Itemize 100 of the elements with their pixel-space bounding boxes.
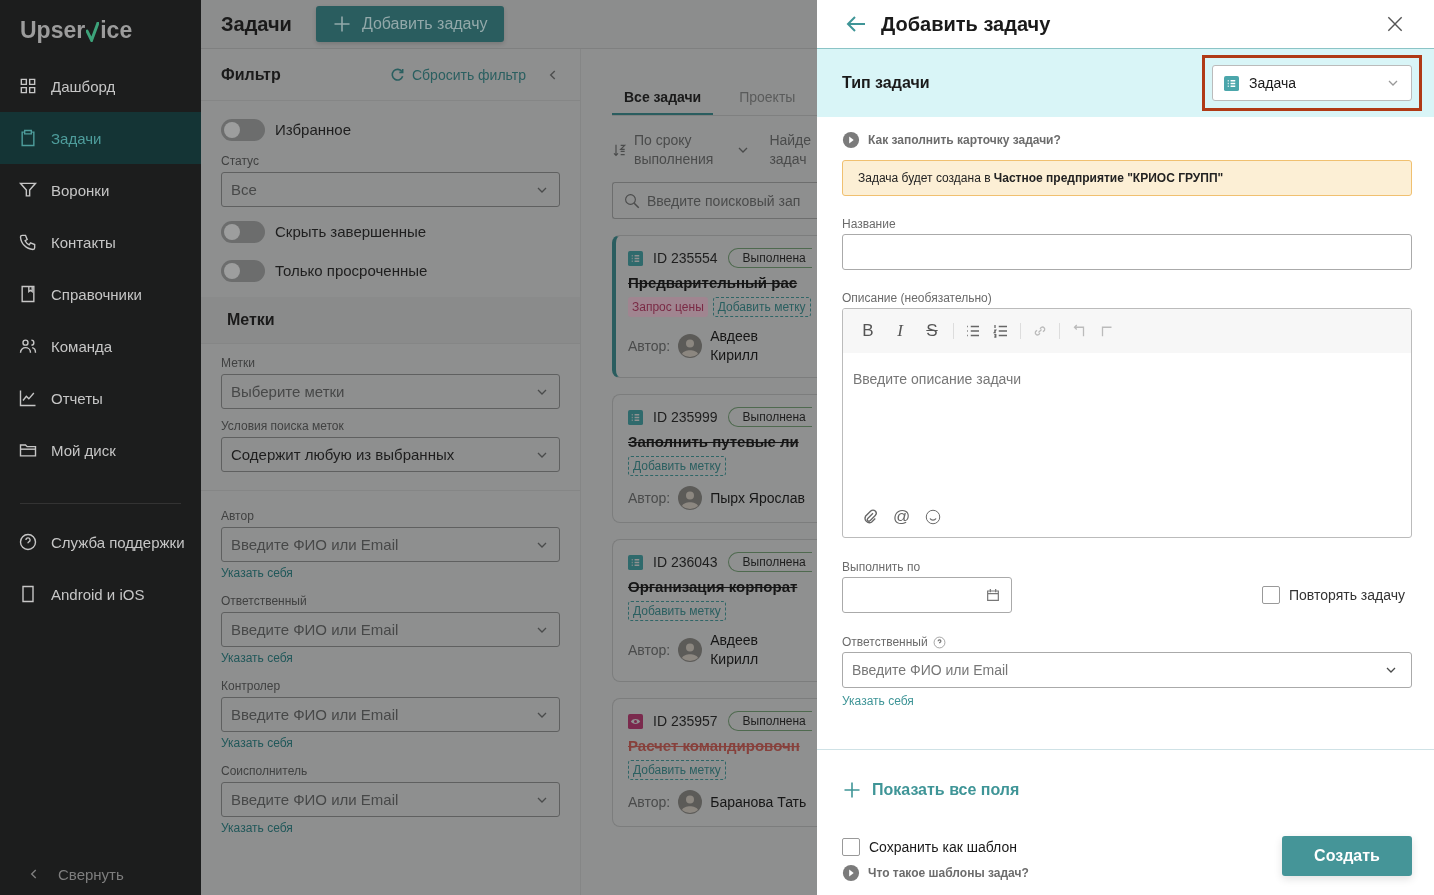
nav-item[interactable]: Контакты (0, 216, 201, 268)
input-field[interactable]: Введите ФИО или Email (231, 791, 534, 808)
paperclip-icon[interactable] (861, 508, 879, 526)
field-label: Ответственный (221, 594, 307, 608)
sort-label[interactable]: По сроку выполнения (634, 131, 714, 169)
author-name: Авдеев Кирилл (710, 327, 759, 365)
search-icon (623, 191, 641, 210)
search-field[interactable]: Введите поисковый зап (612, 182, 817, 219)
plus-icon (842, 780, 862, 800)
input-field[interactable]: Введите ФИО или Email (852, 662, 1383, 678)
author-label: Автор: (628, 642, 671, 658)
checkbox[interactable] (842, 838, 860, 856)
numbered-list-icon[interactable] (992, 322, 1010, 340)
task-card[interactable]: ID 235999 Выполнена Заполнить путевые ли Добавить метку Автор: Пырх Ярослав (612, 394, 817, 523)
nav-item[interactable]: Справочники (0, 268, 201, 320)
description-editor[interactable]: B I S Введите описание задачи @ (842, 308, 1412, 538)
list-icon (1224, 75, 1239, 91)
field-label: Ответственный (842, 635, 928, 649)
nav-item[interactable]: Служба поддержки (0, 516, 201, 568)
close-icon[interactable] (1385, 14, 1405, 34)
task-title: Организация корпорат (628, 578, 798, 595)
task-title: Заполнить путевые ли (628, 433, 799, 450)
author-label: Автор: (628, 490, 671, 506)
nav-item[interactable]: Воронки (0, 164, 201, 216)
sort-icon[interactable] (612, 142, 628, 158)
dropdown[interactable]: Выберите метки (221, 374, 560, 409)
field-label: Автор (221, 509, 254, 523)
calendar-icon[interactable] (985, 587, 1001, 603)
nav-item[interactable]: Мой диск (0, 424, 201, 476)
format-button[interactable]: B (857, 321, 879, 341)
avatar (678, 638, 703, 662)
input-field[interactable]: Введите ФИО или Email (231, 536, 534, 553)
person-dropdown[interactable]: Введите ФИО или Email (221, 697, 560, 732)
smiley-icon[interactable] (924, 508, 943, 526)
input-field[interactable]: Введите ФИО или Email (231, 706, 534, 723)
toggle-label: Избранное (275, 121, 352, 138)
refresh-icon (389, 66, 406, 83)
create-button[interactable]: Создать (1282, 836, 1412, 876)
field-label: Описание (необязательно) (842, 291, 992, 305)
task-id: ID 235999 (653, 409, 718, 425)
format-button[interactable]: I (889, 321, 911, 341)
eye-icon (628, 713, 643, 729)
dropdown[interactable]: Содержит любую из выбранных (221, 437, 560, 472)
help-link[interactable]: Что такое шаблоны задач? (842, 864, 1029, 882)
phone-icon (18, 232, 38, 252)
toggle-switch[interactable] (221, 259, 265, 282)
avatar (678, 790, 703, 814)
chart-icon (18, 388, 38, 408)
task-title: Расчет командировочн (628, 737, 800, 754)
nav-item[interactable]: Команда (0, 320, 201, 372)
filter-title: Фильтр (221, 65, 282, 84)
help-link[interactable]: Как заполнить карточку задачи? (842, 131, 1061, 149)
author-label: Автор: (628, 794, 671, 810)
toggle-label: Скрыть завершенные (275, 223, 427, 240)
input-field[interactable]: Выберите метки (231, 383, 534, 400)
logo: Upser ice (19, 16, 133, 45)
input-field[interactable]: Введите поисковый зап (647, 192, 817, 209)
field-label: Условия поиска меток (221, 419, 344, 433)
nav-item[interactable]: Отчеты (0, 372, 201, 424)
play-icon (842, 131, 860, 149)
task-card[interactable]: ID 235957 Выполнена Расчет командировочн Добавить метку Автор: Баранова Тать (612, 698, 817, 827)
person-dropdown[interactable]: Введите ФИО или Email (221, 612, 560, 647)
funnel-icon (18, 180, 38, 200)
help-icon (18, 532, 38, 552)
toggle-switch[interactable] (221, 220, 265, 243)
status-dropdown[interactable]: Все (221, 172, 560, 207)
toggle-switch[interactable] (221, 118, 265, 141)
checkbox-label: Повторять задачу (1289, 587, 1405, 603)
help-icon[interactable] (932, 635, 946, 649)
avatar (678, 486, 703, 510)
task-card[interactable]: ID 236043 Выполнена Организация корпорат Добавить метку Автор: Авдеев Кирилл (612, 539, 817, 682)
field-label: Соисполнитель (221, 764, 308, 778)
responsible-dropdown[interactable]: Введите ФИО или Email (842, 652, 1412, 688)
task-id: ID 235554 (653, 250, 718, 266)
person-dropdown[interactable]: Введите ФИО или Email (221, 782, 560, 817)
task-title: Предварительный рас (628, 274, 798, 291)
date-field[interactable] (842, 577, 1012, 613)
checkbox[interactable] (1262, 586, 1280, 604)
name-field[interactable] (842, 234, 1412, 270)
add-task-button[interactable]: Добавить задачу (315, 6, 504, 42)
nav-item[interactable]: Задачи (0, 112, 201, 164)
avatar (678, 334, 703, 358)
task-id: ID 235957 (653, 713, 718, 729)
format-button[interactable]: S (921, 321, 943, 341)
input-field[interactable]: Введите ФИО или Email (231, 621, 534, 638)
task-type-dropdown[interactable]: Задача (1212, 65, 1412, 101)
show-all-fields-link[interactable]: Показать все поля (842, 780, 1020, 800)
mention-button[interactable]: @ (893, 507, 911, 527)
tab[interactable]: Все задачи (612, 77, 714, 115)
task-type-label: Тип задачи (842, 74, 931, 92)
list-icon (628, 554, 643, 570)
assign-self-link[interactable]: Указать себя (842, 694, 914, 708)
collapse-button[interactable]: Свернуть (0, 853, 201, 895)
list-icon (628, 409, 643, 425)
list-icon (628, 250, 643, 266)
task-card[interactable]: ID 235554 Выполнена Предварительный рас Запрос цены Добавить метку Автор: Авдеев Кирилл (612, 235, 817, 378)
nav-item[interactable]: Дашборд (0, 60, 201, 112)
person-dropdown[interactable]: Введите ФИО или Email (221, 527, 560, 562)
nav-item[interactable]: Android и iOS (0, 568, 201, 620)
notice-banner: Задача будет создана в Частное предприятие "КРИОС ГРУПП" (842, 160, 1412, 196)
